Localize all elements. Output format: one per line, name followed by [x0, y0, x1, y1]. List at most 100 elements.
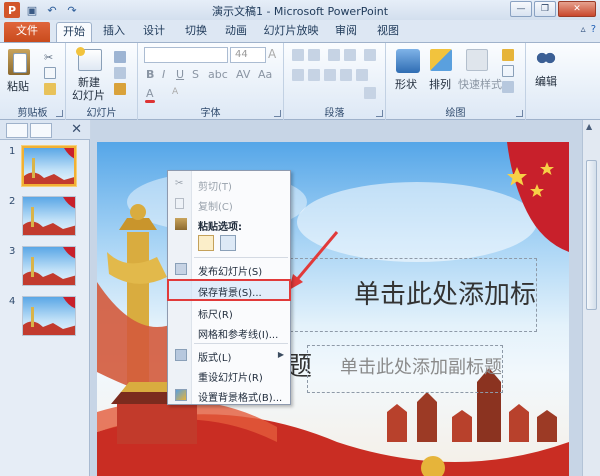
- slide-thumbnail-row[interactable]: 4: [0, 294, 90, 340]
- align-center-icon[interactable]: [308, 69, 320, 81]
- columns-icon[interactable]: [356, 69, 368, 81]
- slides-tab[interactable]: [6, 123, 28, 138]
- menu-separator: [194, 257, 288, 258]
- arrange-icon[interactable]: [430, 49, 452, 71]
- tab-transitions[interactable]: 切换: [180, 22, 212, 42]
- paragraph-launcher-icon[interactable]: [376, 110, 383, 117]
- shape-outline-icon[interactable]: [502, 65, 514, 77]
- layout-icon[interactable]: [114, 51, 126, 63]
- menu-item-paste-options: 粘贴选项:: [168, 214, 290, 234]
- arrange-button[interactable]: 排列: [429, 76, 451, 92]
- menu-item-save-background[interactable]: 保存背景(S)...: [167, 279, 291, 301]
- close-icon[interactable]: ✕: [71, 122, 82, 137]
- drawing-launcher-icon[interactable]: [516, 110, 523, 117]
- align-left-icon[interactable]: [292, 69, 304, 81]
- grow-font-button[interactable]: A: [268, 47, 276, 61]
- bullets-icon[interactable]: [292, 49, 304, 61]
- font-color-button[interactable]: A: [146, 87, 154, 100]
- scroll-up-icon[interactable]: ▲: [586, 122, 592, 131]
- cut-icon[interactable]: ✂: [44, 51, 56, 64]
- slide-thumbnail[interactable]: [22, 296, 76, 336]
- outdent-icon[interactable]: [344, 49, 356, 61]
- bold-icon[interactable]: B: [146, 68, 154, 81]
- font-name-box[interactable]: [144, 47, 228, 63]
- numbering-icon[interactable]: [308, 49, 320, 61]
- tab-file[interactable]: 文件: [4, 22, 50, 42]
- text-direction-icon[interactable]: [364, 87, 376, 99]
- change-case-button[interactable]: Aa: [258, 68, 272, 81]
- section-icon[interactable]: [114, 83, 126, 95]
- close-button[interactable]: ✕: [558, 1, 596, 17]
- paste-picture-icon[interactable]: [220, 235, 236, 251]
- editing-button[interactable]: 编辑: [535, 73, 557, 89]
- quick-styles-button[interactable]: 快速样式: [458, 76, 502, 92]
- binoculars-icon[interactable]: [536, 49, 556, 67]
- ribbon-tab-row: 文件 开始 插入 设计 切换 动画 幻灯片放映 审阅 视图 ▵ ?: [0, 20, 600, 42]
- help-icon[interactable]: ?: [591, 24, 596, 35]
- font-launcher-icon[interactable]: [274, 110, 281, 117]
- font-size-box[interactable]: 44: [230, 47, 266, 63]
- shape-fill-icon[interactable]: [502, 49, 514, 61]
- menu-item-copy[interactable]: 复制(C): [168, 194, 290, 214]
- strikethrough-icon[interactable]: S: [192, 68, 199, 81]
- slide-thumbnail[interactable]: [22, 196, 76, 236]
- tab-insert[interactable]: 插入: [98, 22, 130, 42]
- tab-slideshow[interactable]: 幻灯片放映: [260, 22, 322, 42]
- spacing-icon[interactable]: AV: [236, 68, 250, 81]
- scissors-icon: ✂: [175, 178, 184, 189]
- group-paragraph: 段落: [284, 43, 386, 120]
- slide-thumbnail-row[interactable]: 3: [0, 244, 90, 290]
- tab-design[interactable]: 设计: [138, 22, 170, 42]
- minimize-button[interactable]: —: [510, 1, 532, 17]
- underline-icon[interactable]: U: [176, 68, 184, 81]
- slide-number: 3: [9, 246, 16, 257]
- minimize-ribbon-icon[interactable]: ▵: [581, 24, 586, 35]
- shape-effects-icon[interactable]: [502, 81, 514, 93]
- menu-item-grid-guides[interactable]: 网格和参考线(I)...: [168, 322, 290, 342]
- slide-thumbnail-row[interactable]: 2: [0, 194, 90, 240]
- thumbnail-art: [23, 197, 75, 235]
- menu-item-reset-slide[interactable]: 重设幻灯片(R): [168, 365, 290, 385]
- menu-item-format-background[interactable]: 设置背景格式(B)...: [168, 385, 290, 405]
- align-right-icon[interactable]: [324, 69, 336, 81]
- reset-icon[interactable]: [114, 67, 126, 79]
- tab-review[interactable]: 审阅: [330, 22, 362, 42]
- title-placeholder[interactable]: 单击此处添加标题: [285, 258, 537, 382]
- context-menu: ✂ 剪切(T) 复制(C) 粘贴选项: 发布幻灯片(S) 保存背景(S)... …: [167, 170, 291, 405]
- slide-thumbnail[interactable]: [22, 146, 76, 186]
- format-painter-icon[interactable]: [44, 83, 56, 95]
- copy-icon[interactable]: [44, 67, 56, 79]
- thumbnail-art: [23, 297, 75, 335]
- menu-item-label: 标尺(R): [198, 310, 233, 321]
- indent-icon[interactable]: [328, 49, 340, 61]
- new-slide-label-2[interactable]: 幻灯片: [72, 87, 105, 103]
- shadow-icon[interactable]: abc: [208, 68, 228, 81]
- tab-animations[interactable]: 动画: [220, 22, 252, 42]
- shapes-button[interactable]: 形状: [395, 76, 417, 92]
- menu-item-ruler[interactable]: 标尺(R): [168, 302, 290, 322]
- paste-keep-formatting-icon[interactable]: [198, 235, 214, 251]
- clipboard-launcher-icon[interactable]: [56, 110, 63, 117]
- paste-button[interactable]: 粘贴: [7, 78, 29, 94]
- italic-icon[interactable]: I: [162, 68, 165, 81]
- tab-home[interactable]: 开始: [56, 22, 92, 42]
- menu-item-cut[interactable]: ✂ 剪切(T): [168, 174, 290, 194]
- restore-button[interactable]: ❐: [534, 1, 556, 17]
- line-spacing-icon[interactable]: [364, 49, 376, 61]
- menu-item-publish-slides[interactable]: 发布幻灯片(S): [168, 259, 290, 279]
- justify-icon[interactable]: [340, 69, 352, 81]
- outline-tab[interactable]: [30, 123, 52, 138]
- subtitle-placeholder[interactable]: 单击此处添加副标题: [307, 345, 503, 393]
- vertical-scrollbar[interactable]: ▲: [582, 120, 600, 476]
- group-editing: 编辑: [526, 43, 566, 120]
- drawing-group-label: 绘图: [445, 108, 466, 119]
- slide-thumbnail[interactable]: [22, 246, 76, 286]
- menu-item-layout[interactable]: 版式(L) ▶: [168, 345, 290, 365]
- shrink-font-button[interactable]: A: [172, 87, 178, 97]
- shapes-icon[interactable]: [396, 49, 420, 73]
- tab-view[interactable]: 视图: [372, 22, 404, 42]
- scroll-thumb[interactable]: [586, 160, 597, 310]
- slide-thumbnail-row[interactable]: 1: [0, 144, 90, 190]
- quick-styles-icon[interactable]: [466, 49, 488, 71]
- menu-item-label: 网格和参考线(I)...: [198, 330, 279, 341]
